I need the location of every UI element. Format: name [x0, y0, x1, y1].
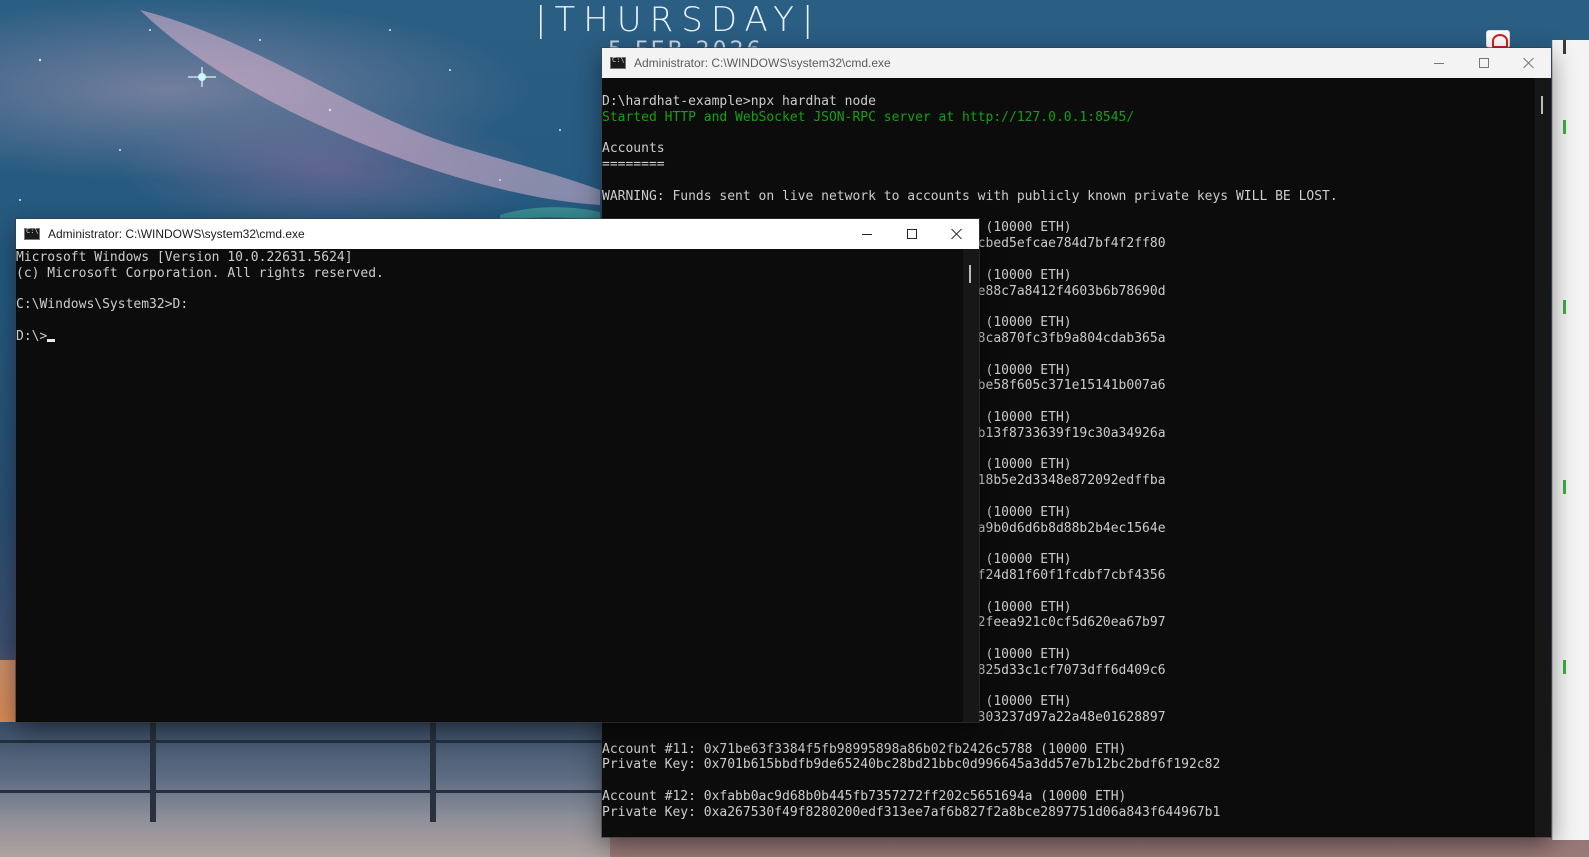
console-line: (c) Microsoft Corporation. All rights re… — [16, 265, 384, 281]
close-icon — [951, 228, 963, 240]
command-prompt[interactable]: D:\> — [16, 329, 963, 345]
wallpaper-sunset — [0, 660, 16, 722]
scrollbar-thumb[interactable] — [969, 265, 971, 283]
minimize-button[interactable] — [1416, 48, 1461, 78]
window-controls — [1416, 48, 1551, 78]
wallpaper-post — [150, 722, 156, 822]
close-icon — [1523, 57, 1535, 69]
console-output[interactable]: Microsoft Windows [Version 10.0.22631.56… — [16, 250, 963, 722]
maximize-icon — [906, 229, 917, 239]
desktop-day-title: |THURSDAY| — [535, 0, 822, 40]
maximize-button[interactable] — [1461, 48, 1506, 78]
scroll-marker — [1563, 120, 1566, 134]
console-line: D:\hardhat-example>npx hardhat node — [602, 94, 876, 109]
prompt-text: D:\> — [16, 328, 48, 344]
minimize-button[interactable] — [844, 219, 889, 249]
cmd-icon — [610, 56, 626, 69]
close-button[interactable] — [934, 219, 979, 249]
window-title: Administrator: C:\WINDOWS\system32\cmd.e… — [634, 56, 891, 70]
console-line: Microsoft Windows [Version 10.0.22631.56… — [16, 250, 353, 265]
text-cursor — [47, 338, 56, 342]
console-line: Started HTTP and WebSocket JSON-RPC serv… — [602, 109, 1135, 125]
scroll-marker — [1563, 40, 1566, 54]
maximize-button[interactable] — [889, 219, 934, 249]
console-line: Accounts — [602, 141, 665, 157]
wallpaper-post — [430, 722, 436, 822]
window-title: Administrator: C:\WINDOWS\system32\cmd.e… — [48, 227, 305, 241]
scrollbar-thumb[interactable] — [1541, 96, 1543, 114]
wallpaper-rail — [0, 790, 610, 793]
scroll-marker — [1563, 660, 1566, 674]
minimize-icon — [1433, 62, 1444, 64]
wallpaper-rail — [0, 740, 610, 743]
console-line: Account #11: 0x71be63f3384f5fb98995898a8… — [602, 741, 1127, 757]
console-line: ======== — [602, 157, 665, 173]
maximize-icon — [1478, 58, 1489, 68]
cmd-window-main[interactable]: Administrator: C:\WINDOWS\system32\cmd.e… — [16, 219, 979, 722]
scroll-marker — [1563, 300, 1566, 314]
window-titlebar[interactable]: Administrator: C:\WINDOWS\system32\cmd.e… — [602, 48, 1551, 78]
window-controls — [844, 219, 979, 249]
vertical-scrollbar[interactable] — [1535, 78, 1551, 837]
console-line: Account #12: 0xfabb0ac9d68b0b445fb735727… — [602, 789, 1127, 805]
background-app-edge — [1552, 40, 1589, 840]
console-line: Private Key: 0xa267530f49f8280200edf313e… — [602, 804, 1221, 820]
vertical-scrollbar[interactable] — [963, 249, 979, 722]
close-button[interactable] — [1506, 48, 1551, 78]
console-line: C:\Windows\System32>D: — [16, 297, 189, 313]
window-titlebar[interactable]: Administrator: C:\WINDOWS\system32\cmd.e… — [16, 219, 979, 249]
pdf-icon[interactable] — [1486, 30, 1510, 48]
console-line: WARNING: Funds sent on live network to a… — [602, 188, 1338, 204]
scroll-marker — [1563, 480, 1566, 494]
cmd-icon — [24, 227, 40, 240]
minimize-icon — [861, 233, 872, 235]
console-line: Private Key: 0x701b615bbdfb9de65240bc28b… — [602, 757, 1221, 773]
